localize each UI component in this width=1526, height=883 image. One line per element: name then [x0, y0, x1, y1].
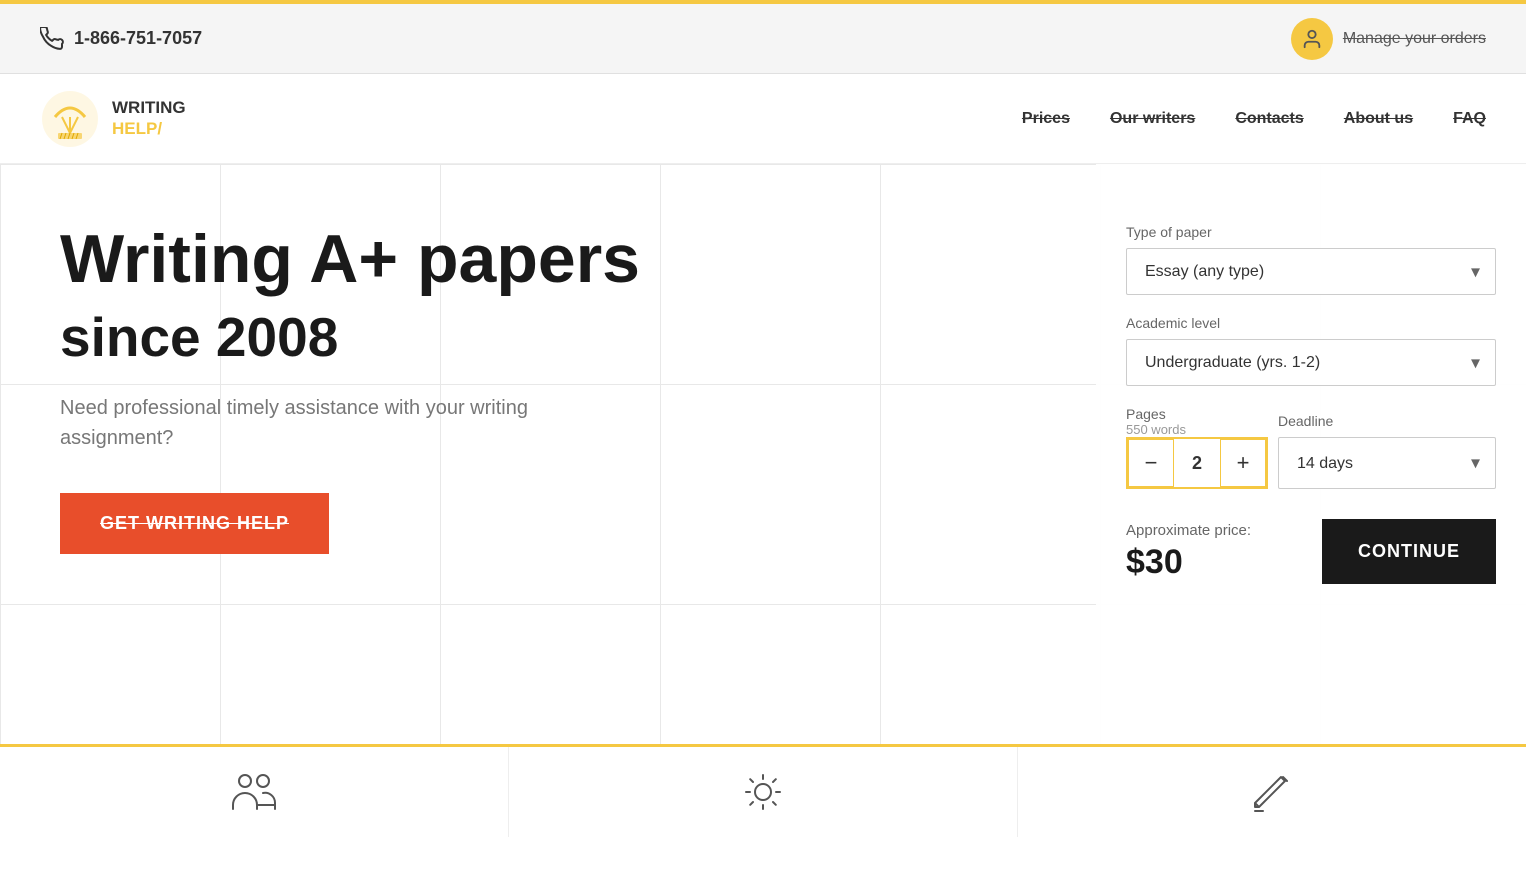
pages-label: Pages	[1126, 406, 1268, 422]
words-label: 550 words	[1126, 422, 1268, 437]
type-of-paper-wrapper: Essay (any type) Research paper Term pap…	[1126, 248, 1496, 295]
logo-icon	[40, 89, 100, 149]
main-content: Writing A+ papers since 2008 Need profes…	[0, 164, 1526, 744]
approx-price-label: Approximate price:	[1126, 522, 1251, 539]
hero-title: Writing A+ papers	[60, 224, 1056, 295]
type-of-paper-select[interactable]: Essay (any type) Research paper Term pap…	[1126, 248, 1496, 295]
feature-writers	[0, 747, 509, 837]
get-writing-help-button[interactable]: GET WRITING HELP	[60, 493, 329, 554]
feature-writing	[1018, 747, 1526, 837]
nav-about[interactable]: About us	[1344, 110, 1413, 127]
pages-deadline-row: Pages 550 words − 2 + Deadline 14 days 1…	[1126, 406, 1496, 489]
quality-icon	[738, 767, 788, 817]
price-value: $30	[1126, 543, 1183, 581]
academic-level-select[interactable]: High School Undergraduate (yrs. 1-2) Und…	[1126, 339, 1496, 386]
increment-button[interactable]: +	[1220, 439, 1266, 487]
order-form: Type of paper Essay (any type) Research …	[1096, 164, 1526, 744]
features-strip	[0, 744, 1526, 837]
nav-faq[interactable]: FAQ	[1453, 110, 1486, 127]
logo-text: WRITING HELP/	[112, 98, 186, 139]
nav-contacts[interactable]: Contacts	[1235, 110, 1303, 127]
nav-writers[interactable]: Our writers	[1110, 110, 1195, 127]
hero-section: Writing A+ papers since 2008 Need profes…	[0, 164, 1096, 744]
hero-subtitle: since 2008	[60, 305, 1056, 369]
phone-number[interactable]: 1-866-751-7057	[40, 27, 202, 51]
nav-prices[interactable]: Prices	[1022, 110, 1070, 127]
manage-orders-link[interactable]: Manage your orders	[1291, 18, 1486, 60]
pages-value: 2	[1174, 439, 1220, 487]
nav-bar: WRITING HELP/ Prices Our writers Contact…	[0, 74, 1526, 164]
deadline-select[interactable]: 14 days 10 days 7 days 5 days 3 days 2 d…	[1278, 437, 1496, 489]
price-block: Approximate price: $30	[1126, 522, 1251, 582]
nav-links: Prices Our writers Contacts About us FAQ	[1022, 110, 1486, 128]
user-icon	[1301, 28, 1323, 50]
continue-button[interactable]: CONTINUE	[1322, 519, 1496, 584]
logo[interactable]: WRITING HELP/	[40, 89, 186, 149]
writing-icon	[1247, 767, 1297, 817]
academic-level-label: Academic level	[1126, 315, 1496, 331]
hero-description: Need professional timely assistance with…	[60, 393, 560, 453]
user-avatar	[1291, 18, 1333, 60]
type-of-paper-label: Type of paper	[1126, 224, 1496, 240]
pages-stepper: − 2 +	[1126, 437, 1268, 489]
top-bar: 1-866-751-7057 Manage your orders	[0, 4, 1526, 74]
pages-label-block: Pages 550 words − 2 +	[1126, 406, 1268, 489]
price-continue-row: Approximate price: $30 CONTINUE	[1126, 519, 1496, 584]
deadline-wrapper: 14 days 10 days 7 days 5 days 3 days 2 d…	[1278, 437, 1496, 489]
feature-quality	[509, 747, 1018, 837]
academic-level-wrapper: High School Undergraduate (yrs. 1-2) Und…	[1126, 339, 1496, 386]
deadline-block: Deadline 14 days 10 days 7 days 5 days 3…	[1278, 413, 1496, 489]
writers-icon	[229, 767, 279, 817]
decrement-button[interactable]: −	[1128, 439, 1174, 487]
deadline-label: Deadline	[1278, 413, 1496, 429]
phone-icon	[40, 27, 64, 51]
